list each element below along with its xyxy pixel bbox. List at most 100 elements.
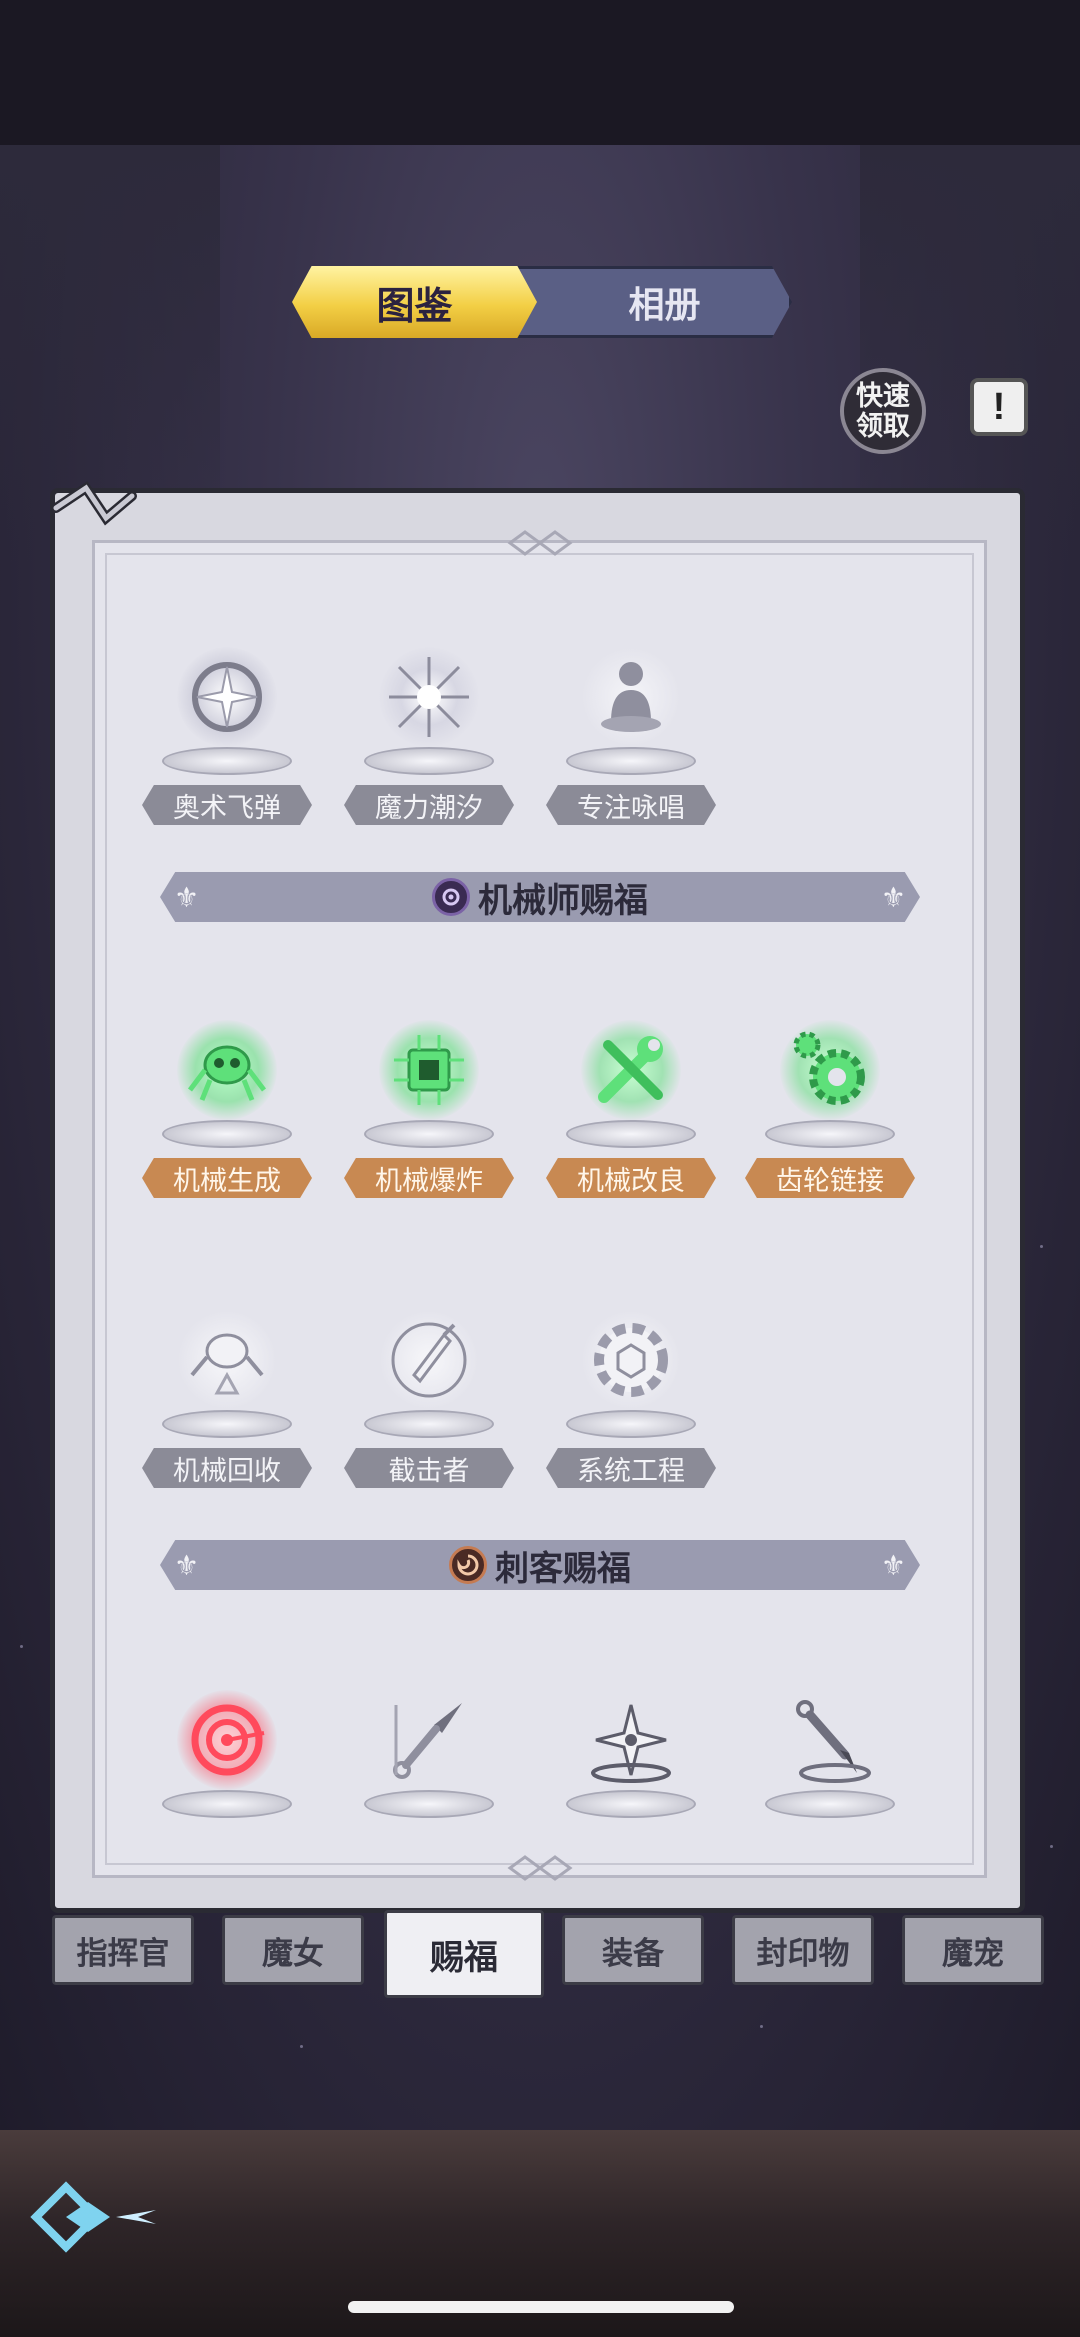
- gear-cube-icon: [581, 1310, 681, 1410]
- pedestal: [566, 747, 696, 775]
- shuriken-icon: [581, 1690, 681, 1790]
- swirl-emblem-icon: [449, 1546, 487, 1584]
- fleur-icon: ⚜: [174, 1549, 200, 1582]
- blessing-label: 机械回收: [142, 1448, 312, 1488]
- target-icon: [177, 1690, 277, 1790]
- blessing-label: 专注咏唱: [546, 785, 716, 825]
- tab-equipment[interactable]: 装备: [562, 1915, 704, 1985]
- blessing-mech-recycle[interactable]: 机械回收: [142, 1310, 312, 1500]
- blessing-interceptor[interactable]: 截击者: [344, 1310, 514, 1500]
- pedestal: [162, 747, 292, 775]
- pedestal: [566, 1120, 696, 1148]
- gear-emblem-icon: [432, 878, 470, 916]
- pedestal: [162, 1410, 292, 1438]
- pedestal: [566, 1410, 696, 1438]
- blessing-label-text: 齿轮链接: [776, 1165, 884, 1196]
- star: [760, 2025, 763, 2028]
- section-mechanic-blessing: ⚜ 机械师赐福 ⚜: [160, 872, 920, 922]
- blessing-system-engineering[interactable]: 系统工程: [546, 1310, 716, 1500]
- section-assassin-blessing: ⚜ 刺客赐福 ⚜: [160, 1540, 920, 1590]
- chip-icon: [379, 1020, 479, 1120]
- dagger-splash-icon: [780, 1690, 880, 1790]
- tab-label: 装备: [602, 1935, 664, 1971]
- blessing-label-text: 奥术飞弹: [173, 792, 281, 823]
- pedestal: [765, 1120, 895, 1148]
- info-icon: !: [992, 385, 1006, 428]
- quick-claim-label: 快速领取: [856, 381, 910, 441]
- pedestal: [162, 1790, 292, 1818]
- blessing-mech-upgrade[interactable]: 机械改良: [546, 1020, 716, 1210]
- blessing-label-text: 机械改良: [577, 1165, 685, 1196]
- tab-label: 魔宠: [942, 1935, 1004, 1971]
- pedestal: [364, 1120, 494, 1148]
- blessing-assassin-1[interactable]: [142, 1690, 312, 1820]
- blessing-label: 魔力潮汐: [344, 785, 514, 825]
- tab-blessing[interactable]: 赐福: [384, 1910, 544, 1998]
- home-indicator[interactable]: [348, 2301, 734, 2313]
- drill-icon: [379, 1310, 479, 1410]
- section-assassin-title: 刺客赐福: [495, 1549, 631, 1588]
- tab-witch[interactable]: 魔女: [222, 1915, 364, 1985]
- view-switch: 图鉴 相册: [292, 266, 792, 338]
- tab-seal[interactable]: 封印物: [732, 1915, 874, 1985]
- star: [1040, 1245, 1043, 1248]
- kunai-icon: [379, 1690, 479, 1790]
- burst-icon: [379, 647, 479, 747]
- recycle-spider-icon: [177, 1310, 277, 1410]
- blessing-label: 齿轮链接: [745, 1158, 915, 1198]
- blessing-label-text: 专注咏唱: [577, 792, 685, 823]
- gear-link-icon: [780, 1020, 880, 1120]
- blessing-label-text: 机械回收: [173, 1455, 281, 1486]
- blessing-label: 奥术飞弹: [142, 785, 312, 825]
- tab-label: 封印物: [756, 1935, 850, 1971]
- blessing-label: 机械爆炸: [344, 1158, 514, 1198]
- meditating-figure-icon: [581, 647, 681, 747]
- blessing-label-text: 系统工程: [577, 1455, 685, 1486]
- blessing-label-text: 魔力潮汐: [375, 792, 483, 823]
- pedestal: [566, 1790, 696, 1818]
- info-button[interactable]: !: [970, 378, 1028, 436]
- blessing-mech-explosion[interactable]: 机械爆炸: [344, 1020, 514, 1210]
- blessing-label: 系统工程: [546, 1448, 716, 1488]
- panel-ornament-top: [507, 530, 573, 556]
- top-status-bar: [0, 0, 1080, 145]
- tab-label: 魔女: [262, 1935, 324, 1971]
- blessing-label: 截击者: [344, 1448, 514, 1488]
- mech-spider-icon: [177, 1020, 277, 1120]
- paper-clip-icon: [51, 481, 137, 526]
- star: [1050, 1845, 1053, 1848]
- quick-claim-button[interactable]: 快速领取: [840, 368, 926, 454]
- pedestal: [765, 1790, 895, 1818]
- fleur-icon: ⚜: [880, 881, 906, 914]
- back-logo-icon[interactable]: [26, 2172, 162, 2262]
- pedestal: [364, 1410, 494, 1438]
- blessing-label-text: 机械爆炸: [375, 1165, 483, 1196]
- blessing-assassin-2[interactable]: [344, 1690, 514, 1820]
- pedestal: [162, 1120, 292, 1148]
- blessing-arcane-missile[interactable]: 奥术飞弹: [142, 647, 312, 837]
- blessing-label: 机械改良: [546, 1158, 716, 1198]
- star: [20, 1645, 23, 1648]
- blessing-assassin-4[interactable]: [745, 1690, 915, 1820]
- blessing-label-text: 机械生成: [173, 1165, 281, 1196]
- blessing-assassin-3[interactable]: [546, 1690, 716, 1820]
- tab-commander[interactable]: 指挥官: [52, 1915, 194, 1985]
- orb-sparkle-icon: [177, 647, 277, 747]
- tab-codex[interactable]: 图鉴: [292, 266, 537, 338]
- pedestal: [364, 747, 494, 775]
- tab-label: 指挥官: [76, 1935, 170, 1971]
- tab-label: 赐福: [430, 1938, 498, 1977]
- star: [300, 2045, 303, 2048]
- section-mechanic-title: 机械师赐福: [478, 881, 648, 920]
- blessing-focused-chant[interactable]: 专注咏唱: [546, 647, 716, 837]
- blessing-label-text: 截击者: [388, 1455, 470, 1486]
- fleur-icon: ⚜: [880, 1549, 906, 1582]
- fleur-icon: ⚜: [174, 881, 200, 914]
- blessing-mana-tide[interactable]: 魔力潮汐: [344, 647, 514, 837]
- tab-album[interactable]: 相册: [537, 266, 792, 338]
- tab-album-label: 相册: [628, 284, 701, 325]
- tab-pet[interactable]: 魔宠: [902, 1915, 1044, 1985]
- blessing-gear-link[interactable]: 齿轮链接: [745, 1020, 915, 1210]
- blessing-mech-spawn[interactable]: 机械生成: [142, 1020, 312, 1210]
- pedestal: [364, 1790, 494, 1818]
